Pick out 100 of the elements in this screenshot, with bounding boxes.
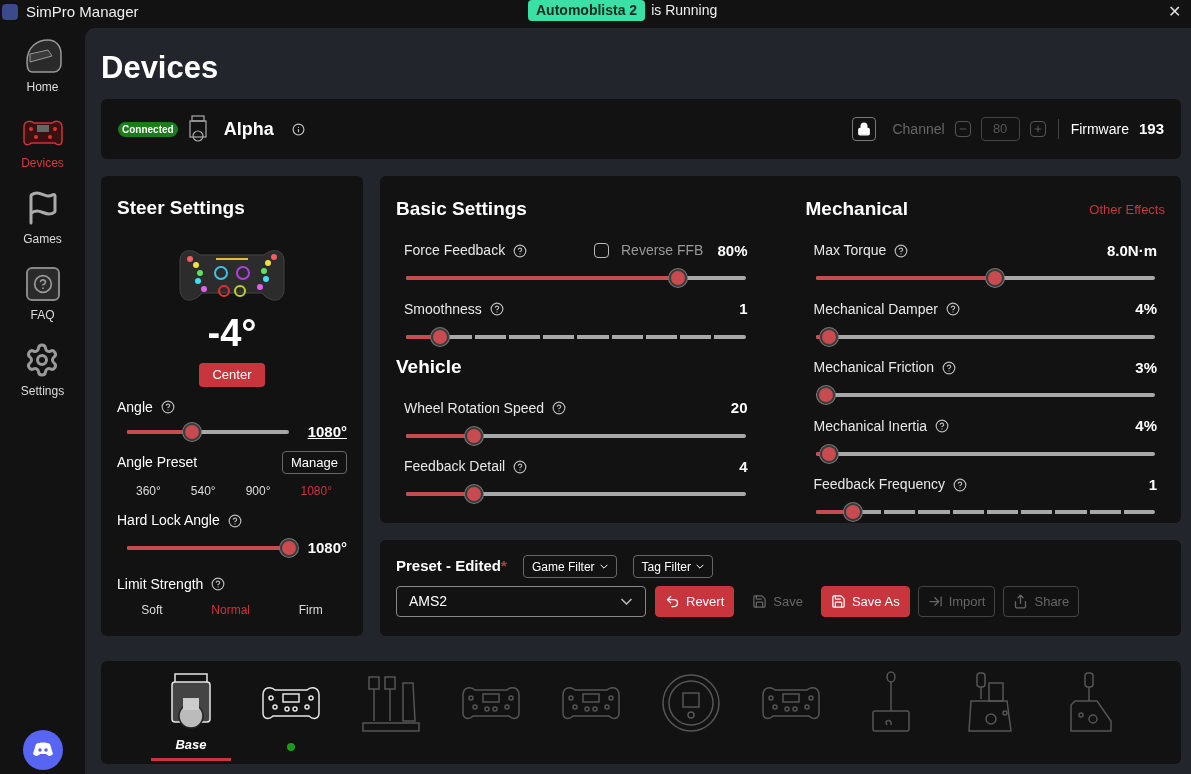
setting-value: 8.0N·m	[1106, 240, 1157, 261]
sidebar-item[interactable]: Home	[23, 36, 62, 112]
lock-button[interactable]	[852, 117, 877, 141]
save-as-button[interactable]: Save As	[820, 586, 910, 617]
device-tab[interactable]: Base	[151, 671, 231, 761]
import-icon	[927, 594, 943, 609]
slider-thumb[interactable]	[668, 269, 687, 287]
slider-thumb[interactable]	[816, 386, 835, 404]
limit-strength-option[interactable]: Soft	[141, 600, 163, 619]
help-icon[interactable]	[552, 401, 567, 416]
reverse-ffb-checkbox[interactable]	[594, 243, 609, 259]
help-icon[interactable]	[227, 513, 242, 528]
setting-label: Wheel Rotation Speed	[404, 398, 545, 418]
help-icon[interactable]	[513, 243, 528, 258]
other-effects-link[interactable]: Other Effects	[1089, 199, 1165, 219]
preset-title: Preset - Edited*	[396, 556, 507, 577]
page-title: Devices	[101, 49, 220, 87]
setting-label: Hard Lock Angle	[117, 511, 220, 530]
setting-label: Feedback Frequency	[813, 475, 946, 495]
slider-thumb[interactable]	[279, 539, 298, 558]
angle-preset-option[interactable]: 540°	[190, 482, 216, 500]
increase-button[interactable]	[1029, 121, 1046, 137]
preset-dropdown[interactable]: AMS2	[396, 586, 646, 617]
save-icon	[830, 594, 846, 609]
setting-label: Mechanical Inertia	[813, 416, 928, 436]
help-icon[interactable]	[942, 360, 957, 375]
angle-preset-option[interactable]: 900°	[245, 482, 271, 500]
sequential-shifter-icon	[967, 671, 1015, 735]
status-badge: Connected	[118, 121, 178, 137]
help-icon[interactable]	[160, 400, 175, 414]
game-badge: Automoblista 2	[528, 0, 646, 21]
help-icon[interactable]	[894, 243, 909, 258]
sidebar-item[interactable]: Devices	[21, 112, 64, 188]
setting-value: 4%	[1135, 299, 1157, 319]
angle-preset-option[interactable]: 1080°	[300, 482, 332, 500]
slider-thumb[interactable]	[464, 426, 483, 445]
angle-preset-option[interactable]: 360°	[136, 482, 161, 500]
wheel-angle-reading: -4°	[207, 310, 257, 355]
plus-icon	[1032, 124, 1043, 134]
setting-label: Mechanical Friction	[813, 358, 935, 378]
help-icon[interactable]	[946, 302, 960, 317]
game-status: is Running	[651, 1, 718, 20]
helmet-icon	[23, 38, 62, 74]
slider-thumb[interactable]	[182, 422, 201, 441]
game-filter-dropdown[interactable]: Game Filter	[522, 555, 617, 578]
help-icon[interactable]	[953, 477, 968, 492]
chat-button[interactable]	[22, 730, 63, 770]
setting-value: 80%	[717, 240, 748, 261]
slider-thumb[interactable]	[986, 269, 1005, 287]
game-controller-icon	[31, 742, 54, 758]
setting-value: 1080°	[307, 538, 347, 558]
setting-label: Smoothness	[404, 299, 482, 319]
handbrake-icon	[1067, 671, 1115, 735]
slider-thumb[interactable]	[843, 503, 862, 521]
setting-value: 3%	[1135, 357, 1157, 378]
chevron-down-icon	[695, 564, 704, 569]
setting-value: 20	[730, 398, 748, 418]
checkbox-label: Reverse FFB	[621, 241, 704, 261]
slider-thumb[interactable]	[820, 444, 839, 463]
slider-thumb[interactable]	[464, 485, 483, 503]
tag-filter-dropdown[interactable]: Tag Filter	[632, 555, 713, 578]
close-button[interactable]: ✕	[1158, 0, 1191, 24]
pedals-icon	[361, 673, 421, 733]
save-icon	[752, 594, 768, 609]
setting-value: 4	[739, 456, 748, 477]
setting-value: 4%	[1135, 416, 1157, 436]
decrease-button[interactable]	[954, 121, 971, 137]
setting-label: Limit Strength	[117, 574, 204, 594]
sidebar-item[interactable]: Settings	[20, 340, 65, 416]
undo-icon	[665, 594, 680, 609]
app-logo-icon	[2, 4, 18, 20]
help-icon[interactable]	[935, 419, 950, 434]
info-icon[interactable]	[291, 122, 305, 136]
setting-label: Force Feedback	[404, 241, 506, 261]
setting-label: Mechanical Damper	[813, 299, 938, 319]
limit-strength-option[interactable]: Normal	[211, 600, 250, 619]
help-icon[interactable]	[489, 302, 504, 317]
section-title: Mechanical	[805, 197, 908, 221]
sidebar-item[interactable]: Games	[23, 188, 62, 264]
setting-label: Max Torque	[813, 241, 887, 261]
center-button[interactable]: Center	[199, 362, 265, 387]
chevron-down-icon	[620, 598, 633, 605]
setting-label: Angle Preset	[117, 453, 198, 472]
limit-strength-option[interactable]: Firm	[298, 600, 323, 619]
shifter-icon	[871, 671, 911, 735]
setting-value: 1	[1148, 474, 1157, 495]
sidebar-item[interactable]: FAQ	[25, 264, 60, 340]
setting-value[interactable]: 1080°	[307, 420, 347, 443]
help-icon[interactable]	[211, 577, 226, 591]
manage-button[interactable]: Manage	[282, 451, 347, 474]
setting-label: Feedback Detail	[404, 457, 506, 477]
help-icon[interactable]	[513, 459, 528, 474]
round-wheel-icon	[661, 673, 721, 733]
firmware-label: Firmware	[1070, 119, 1129, 139]
revert-button[interactable]: Revert	[655, 586, 735, 617]
channel-label: Channel	[892, 119, 945, 139]
chevron-down-icon	[599, 564, 608, 569]
slider-thumb[interactable]	[820, 327, 839, 346]
app-title: SimPro Manager	[26, 1, 139, 22]
slider-thumb[interactable]	[430, 327, 449, 346]
